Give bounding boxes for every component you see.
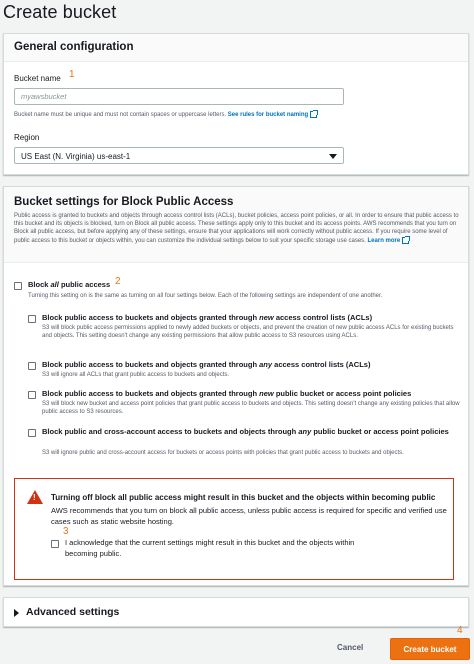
general-configuration-title: General configuration (14, 41, 134, 53)
region-value: US East (N. Virginia) us-east-1 (21, 152, 131, 161)
acknowledge-checkbox[interactable] (51, 540, 59, 548)
step-marker-1: 1 (69, 69, 75, 80)
page-title: Create bucket (3, 2, 117, 22)
block-public-access-description: Public access is granted to buckets and … (14, 212, 460, 245)
block-any-acls-description: S3 will ignore all ACLs that grant publi… (42, 372, 230, 378)
block-new-acls-checkbox[interactable] (28, 315, 36, 323)
general-configuration-panel: General configuration Bucket name Bucket… (3, 33, 469, 175)
region-label: Region (14, 133, 40, 142)
block-all-label: Block all public access (28, 280, 111, 289)
public-access-warning: ! Turning off block all public access mi… (14, 478, 454, 580)
rules-link[interactable]: See rules for bucket naming (228, 112, 308, 118)
general-configuration-header: General configuration (4, 34, 468, 62)
block-all-description: Turning this setting on is the same as t… (28, 293, 383, 299)
block-new-policies-description: S3 will block new bucket and access poin… (42, 401, 460, 415)
region-select[interactable]: US East (N. Virginia) us-east-1 (14, 147, 344, 164)
bucket-name-label: Bucket name (14, 74, 61, 83)
step-marker-4: 4 (457, 625, 463, 636)
warning-icon-mark: ! (33, 493, 36, 502)
warning-body: AWS recommends that you turn on block al… (51, 506, 447, 526)
bucket-name-hint-text: Bucket name must be unique and must not … (14, 112, 227, 119)
learn-more-link[interactable]: Learn more (368, 238, 401, 244)
caret-right-icon (14, 609, 19, 617)
acknowledge-label: I acknowledge that the current settings … (65, 538, 355, 558)
block-any-policies-description: S3 will ignore public and cross-account … (42, 450, 404, 456)
block-new-acls-label: Block public access to buckets and objec… (42, 313, 373, 322)
step-marker-2: 2 (115, 276, 121, 287)
block-any-acls-label: Block public access to buckets and objec… (42, 360, 371, 369)
block-public-access-title: Bucket settings for Block Public Access (14, 196, 234, 208)
block-any-acls-checkbox[interactable] (28, 362, 36, 370)
block-new-acls-description: S3 will block public access permissions … (42, 325, 454, 339)
advanced-settings-panel[interactable]: Advanced settings (3, 597, 469, 627)
warning-title: Turning off block all public access migh… (51, 493, 436, 502)
external-link-icon (402, 235, 411, 244)
block-all-checkbox[interactable] (14, 282, 22, 290)
advanced-settings-title: Advanced settings (26, 606, 120, 618)
bucket-name-hint: Bucket name must be unique and must not … (14, 110, 464, 119)
block-new-policies-label: Block public access to buckets and objec… (42, 389, 412, 398)
step-marker-3: 3 (63, 526, 69, 537)
create-bucket-button[interactable]: Create bucket (390, 638, 470, 660)
external-link-icon (310, 110, 319, 118)
bucket-name-input[interactable] (14, 88, 344, 105)
block-any-policies-checkbox[interactable] (28, 429, 36, 437)
block-any-policies-label: Block public and cross-account access to… (42, 427, 449, 436)
chevron-down-icon (329, 154, 337, 159)
block-public-access-header: Bucket settings for Block Public Access … (4, 187, 468, 263)
block-new-policies-checkbox[interactable] (28, 391, 36, 399)
cancel-button[interactable]: Cancel (337, 643, 363, 652)
